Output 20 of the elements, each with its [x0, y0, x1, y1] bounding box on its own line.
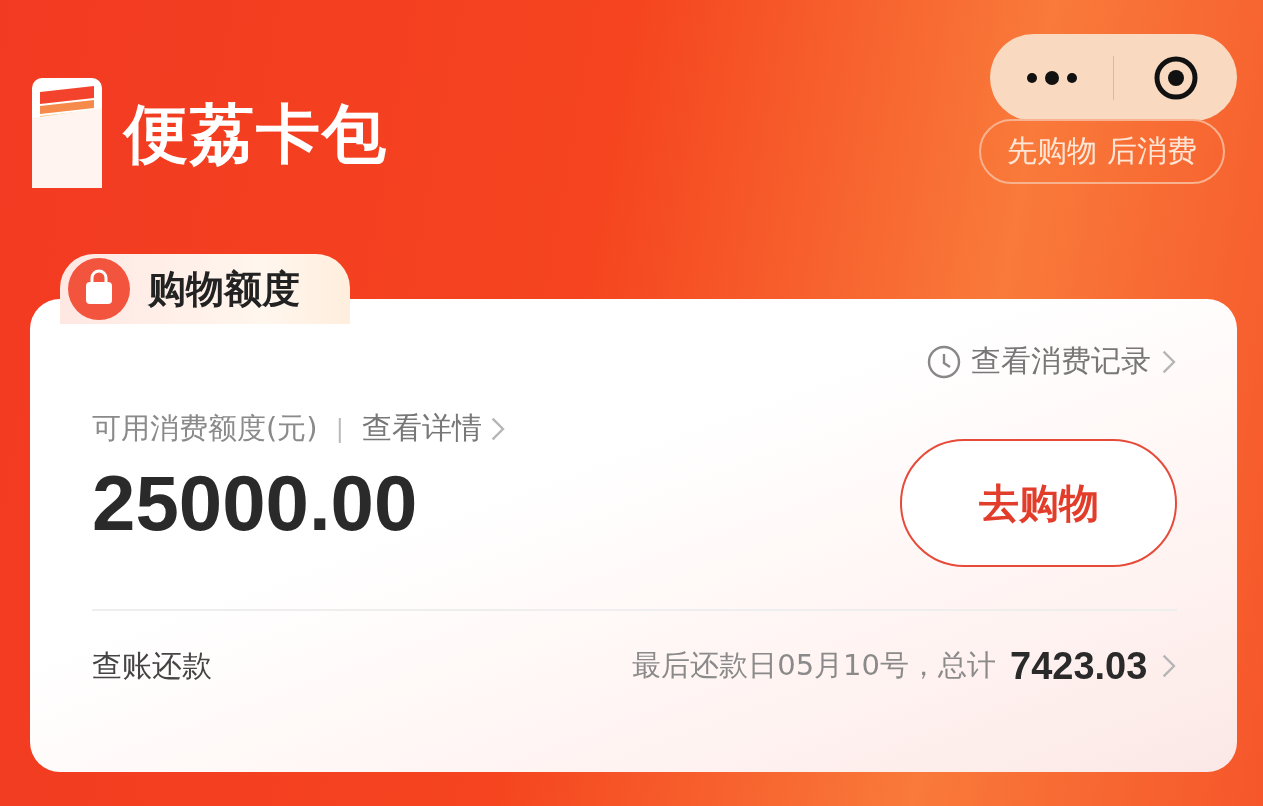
available-amount: 25000.00	[92, 457, 418, 549]
more-icon	[1024, 70, 1079, 85]
wallet-icon	[30, 78, 104, 190]
chevron-right-icon	[489, 415, 506, 442]
slogan-tag: 先购物 后消费	[979, 119, 1225, 184]
details-link[interactable]: 查看详情	[361, 408, 506, 449]
history-link[interactable]: 查看消费记录	[927, 341, 1177, 382]
target-icon	[1152, 54, 1199, 101]
app-title: 便荔卡包	[124, 95, 388, 173]
chevron-right-icon	[1161, 348, 1177, 375]
billing-label: 查账还款	[92, 646, 212, 685]
tab-title: 购物额度	[148, 265, 300, 313]
clock-icon	[927, 344, 962, 379]
available-label: 可用消费额度(元)	[92, 409, 318, 447]
shop-button[interactable]: 去购物	[900, 439, 1177, 567]
total-amount: 7423.03	[1010, 644, 1148, 688]
chevron-right-icon	[1161, 653, 1177, 679]
separator: |	[335, 414, 344, 443]
billing-link[interactable]: 最后还款日05月10号，总计 7423.03	[632, 644, 1177, 688]
due-date-text: 最后还款日05月10号，总计	[632, 647, 997, 684]
